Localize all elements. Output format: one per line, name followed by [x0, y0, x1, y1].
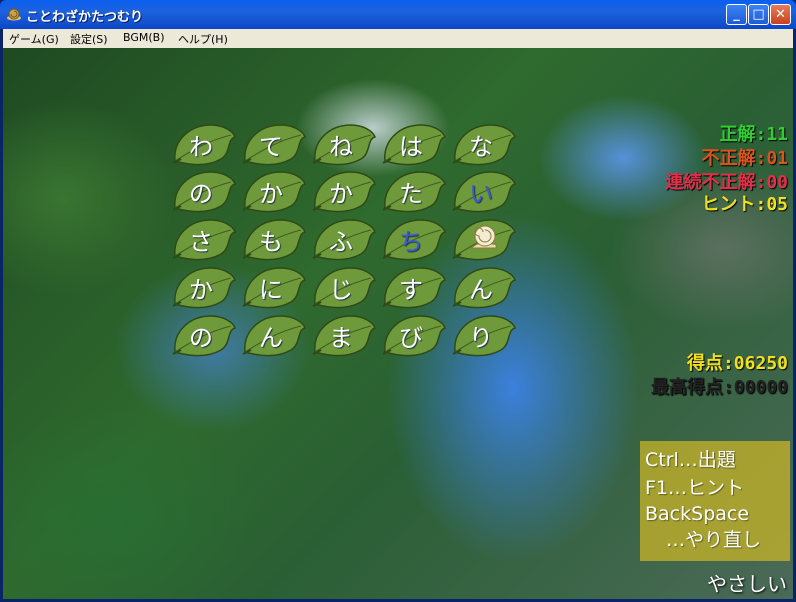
kana-tile[interactable]: た — [381, 170, 447, 213]
kana-char: さ — [189, 228, 213, 256]
kana-tile[interactable]: な — [451, 123, 517, 166]
menu-game[interactable]: ゲーム(G) — [9, 31, 59, 47]
kana-tile[interactable]: さ — [171, 218, 237, 261]
maximize-button[interactable]: □ — [748, 4, 769, 25]
kana-tile[interactable]: か — [171, 266, 237, 309]
kana-char: か — [189, 276, 213, 304]
help-backspace: BackSpace — [645, 503, 750, 525]
menu-help[interactable]: ヘルプ(H) — [178, 31, 228, 47]
menu-bgm[interactable]: BGM(B) — [123, 31, 165, 44]
controls-help-panel: Ctrl…出題 F1…ヒント BackSpace …やり直し — [640, 441, 790, 561]
kana-tile[interactable]: の — [171, 170, 237, 213]
kana-char: は — [399, 133, 423, 161]
help-ctrl: Ctrl…出題 — [645, 449, 736, 471]
kana-tile[interactable]: す — [381, 266, 447, 309]
kana-char: の — [189, 180, 213, 208]
kana-tile[interactable]: て — [241, 123, 307, 166]
kana-char: に — [259, 276, 283, 304]
high-score: 最高得点:00000 — [650, 377, 788, 398]
kana-tile[interactable]: ね — [311, 123, 377, 166]
hint-count: ヒント:05 — [701, 194, 788, 215]
close-button[interactable]: ✕ — [770, 4, 791, 25]
kana-char: じ — [329, 276, 353, 304]
correct-count: 正解:11 — [719, 124, 788, 145]
kana-tile[interactable]: び — [381, 314, 447, 357]
menu-settings[interactable]: 設定(S) — [70, 31, 108, 47]
minimize-button[interactable]: _ — [726, 4, 747, 25]
menu-bar: ゲーム(G) 設定(S) BGM(B) ヘルプ(H) — [3, 29, 793, 48]
kana-tile[interactable]: ち — [381, 218, 447, 261]
kana-tile[interactable]: も — [241, 218, 307, 261]
kana-tile[interactable]: ん — [451, 266, 517, 309]
kana-char: ん — [469, 276, 493, 304]
kana-char: す — [399, 276, 423, 304]
kana-tile[interactable]: ま — [311, 314, 377, 357]
kana-char: ち — [399, 228, 423, 256]
kana-tile[interactable]: に — [241, 266, 307, 309]
kana-tile[interactable]: じ — [311, 266, 377, 309]
game-board: わてねはなのかかたいさもふちかにじすんのんまびり 正解:11 不正解:01 連続… — [3, 48, 793, 599]
kana-char: り — [469, 324, 493, 352]
kana-tile[interactable]: か — [311, 170, 377, 213]
kana-char: ね — [329, 133, 353, 161]
title-bar[interactable]: ことわざかたつむり _ □ ✕ — [0, 0, 796, 29]
kana-tile[interactable]: は — [381, 123, 447, 166]
kana-tile[interactable] — [451, 218, 517, 261]
kana-char: か — [259, 180, 283, 208]
score: 得点:06250 — [686, 353, 788, 374]
kana-char: び — [399, 324, 423, 352]
kana-tile[interactable]: い — [451, 170, 517, 213]
kana-tile[interactable]: り — [451, 314, 517, 357]
help-undo: …やり直し — [666, 529, 762, 551]
kana-char: な — [469, 133, 493, 161]
kana-char: ま — [329, 324, 353, 352]
help-f1: F1…ヒント — [645, 477, 745, 499]
kana-char: ん — [259, 324, 283, 352]
kana-char: か — [329, 180, 353, 208]
difficulty-label: やさしい — [707, 572, 787, 596]
kana-tile[interactable]: わ — [171, 123, 237, 166]
kana-tile[interactable]: ふ — [311, 218, 377, 261]
kana-char: て — [259, 133, 283, 161]
kana-tile[interactable]: ん — [241, 314, 307, 357]
snail-icon — [7, 8, 21, 21]
kana-char: も — [259, 228, 283, 256]
kana-tile[interactable]: か — [241, 170, 307, 213]
kana-char: の — [189, 324, 213, 352]
kana-tile[interactable]: の — [171, 314, 237, 357]
kana-char: た — [399, 180, 423, 208]
game-window: ことわざかたつむり _ □ ✕ ゲーム(G) 設定(S) BGM(B) ヘルプ(… — [0, 0, 796, 602]
kana-char: い — [469, 180, 493, 208]
kana-char: ふ — [329, 228, 353, 256]
window-title: ことわざかたつむり — [26, 10, 144, 25]
kana-char: わ — [189, 133, 213, 161]
incorrect-count: 不正解:01 — [701, 148, 788, 169]
